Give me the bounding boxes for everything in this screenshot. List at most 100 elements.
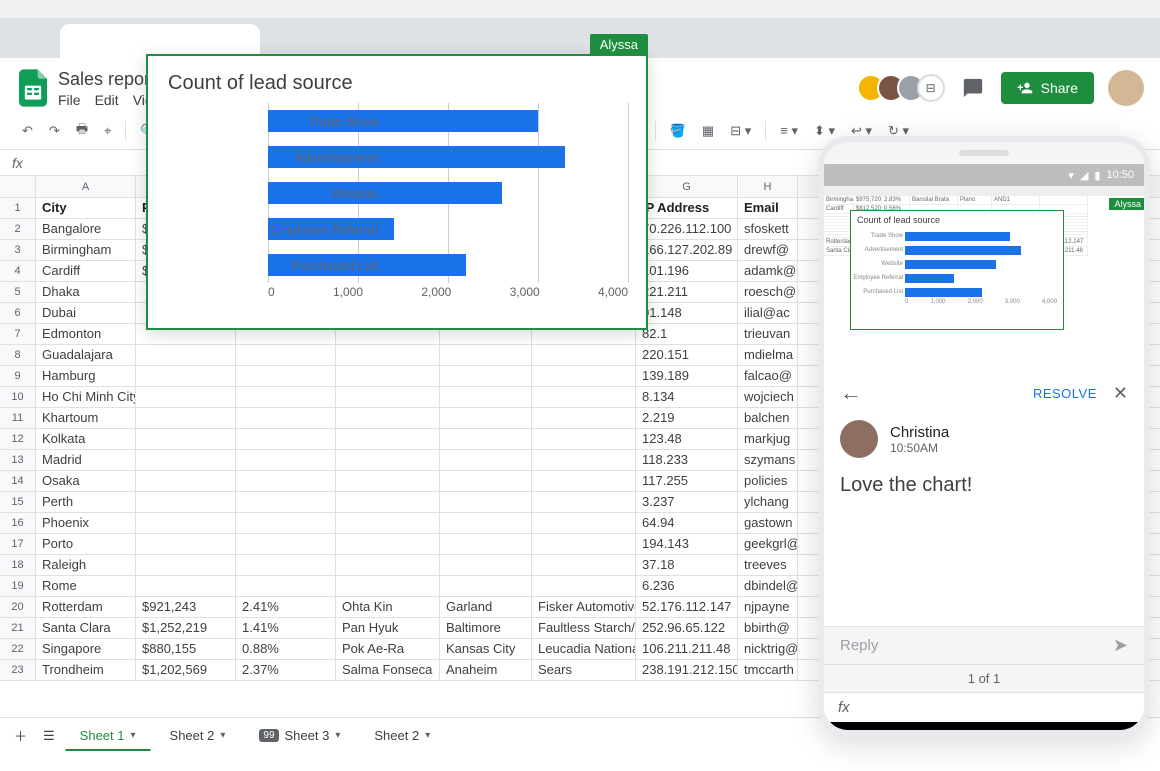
cell[interactable] xyxy=(236,492,336,512)
cell[interactable] xyxy=(236,345,336,365)
cell[interactable]: Cardiff xyxy=(36,261,136,281)
cell[interactable]: trieuvan xyxy=(738,324,798,344)
cell[interactable] xyxy=(336,555,440,575)
cell[interactable]: Pok Ae-Ra xyxy=(336,639,440,659)
cell[interactable]: Khartoum xyxy=(36,408,136,428)
cell[interactable]: mdielma xyxy=(738,345,798,365)
header-cell[interactable]: City xyxy=(36,198,136,218)
cell[interactable] xyxy=(236,513,336,533)
cell[interactable]: treeves xyxy=(738,555,798,575)
cell[interactable]: 1.41% xyxy=(236,618,336,638)
cell[interactable]: Rome xyxy=(36,576,136,596)
cell[interactable]: Garland xyxy=(440,597,532,617)
cell[interactable]: 166.127.202.89 xyxy=(636,240,738,260)
cell[interactable]: 37.18 xyxy=(636,555,738,575)
row-header[interactable]: 7 xyxy=(0,324,36,344)
cell[interactable] xyxy=(136,471,236,491)
cell[interactable]: Rotterdam xyxy=(36,597,136,617)
cell[interactable]: nicktrig@ xyxy=(738,639,798,659)
cell[interactable] xyxy=(532,513,636,533)
cell[interactable]: Pan Hyuk xyxy=(336,618,440,638)
reply-row[interactable]: Reply ➤ xyxy=(824,626,1144,665)
cell[interactable]: Osaka xyxy=(36,471,136,491)
nav-back-icon[interactable]: ◁ xyxy=(870,733,884,737)
sheet-tab[interactable]: Sheet 2 ▾ xyxy=(155,721,241,750)
cell[interactable]: Kansas City xyxy=(440,639,532,659)
resolve-button[interactable]: RESOLVE xyxy=(1033,386,1097,401)
cell[interactable]: 101.196 xyxy=(636,261,738,281)
cell[interactable]: drewf@ xyxy=(738,240,798,260)
cell[interactable] xyxy=(136,345,236,365)
cell[interactable] xyxy=(136,534,236,554)
cell[interactable]: 3.237 xyxy=(636,492,738,512)
cell[interactable]: 01.148 xyxy=(636,303,738,323)
cell[interactable]: Perth xyxy=(36,492,136,512)
row-header[interactable]: 17 xyxy=(0,534,36,554)
cell[interactable]: Hamburg xyxy=(36,366,136,386)
cell[interactable] xyxy=(336,534,440,554)
cell[interactable]: $1,252,219 xyxy=(136,618,236,638)
cell[interactable] xyxy=(236,429,336,449)
cell[interactable]: Baltimore xyxy=(440,618,532,638)
all-sheets-icon[interactable]: ☰ xyxy=(37,724,61,748)
row-header[interactable]: 20 xyxy=(0,597,36,617)
add-sheet-icon[interactable]: ＋ xyxy=(8,722,33,749)
cell[interactable] xyxy=(440,429,532,449)
cell[interactable]: 6.236 xyxy=(636,576,738,596)
cell[interactable] xyxy=(136,555,236,575)
cell[interactable]: Bangalore xyxy=(36,219,136,239)
cell[interactable]: Singapore xyxy=(36,639,136,659)
cell[interactable]: sfoskett xyxy=(738,219,798,239)
cell[interactable]: falcao@ xyxy=(738,366,798,386)
menu-file[interactable]: File xyxy=(58,92,81,108)
col-header[interactable]: A xyxy=(36,176,136,197)
print-icon[interactable]: 🖶 xyxy=(70,116,94,146)
paint-format-icon[interactable]: ⌖ xyxy=(98,119,117,143)
cell[interactable] xyxy=(236,576,336,596)
row-header[interactable]: 10 xyxy=(0,387,36,407)
row-header[interactable]: 13 xyxy=(0,450,36,470)
cell[interactable]: Ohta Kin xyxy=(336,597,440,617)
share-button[interactable]: Share xyxy=(1001,72,1094,104)
cell[interactable] xyxy=(236,408,336,428)
cell[interactable] xyxy=(236,387,336,407)
cell[interactable] xyxy=(532,345,636,365)
cell[interactable] xyxy=(136,429,236,449)
comments-icon[interactable] xyxy=(955,70,991,106)
cell[interactable]: 118.233 xyxy=(636,450,738,470)
cell[interactable]: 82.1 xyxy=(636,324,738,344)
cell[interactable] xyxy=(336,471,440,491)
cell[interactable] xyxy=(532,555,636,575)
cell[interactable] xyxy=(136,408,236,428)
cell[interactable]: 2.37% xyxy=(236,660,336,680)
fill-color-icon[interactable]: 🪣 xyxy=(664,119,692,143)
cell[interactable] xyxy=(336,345,440,365)
cell[interactable] xyxy=(532,492,636,512)
cell[interactable] xyxy=(136,450,236,470)
sheet-tab[interactable]: Sheet 2 ▾ xyxy=(359,721,445,750)
row-header[interactable]: 22 xyxy=(0,639,36,659)
cell[interactable] xyxy=(532,408,636,428)
cell[interactable]: $880,155 xyxy=(136,639,236,659)
cell[interactable]: Dhaka xyxy=(36,282,136,302)
cell[interactable] xyxy=(440,534,532,554)
cell[interactable] xyxy=(136,492,236,512)
cell[interactable]: Guadalajara xyxy=(36,345,136,365)
cell[interactable]: tmccarth xyxy=(738,660,798,680)
cell[interactable] xyxy=(532,534,636,554)
cell[interactable]: adamk@ xyxy=(738,261,798,281)
cell[interactable]: $921,243 xyxy=(136,597,236,617)
cell[interactable] xyxy=(532,471,636,491)
row-header[interactable]: 2 xyxy=(0,219,36,239)
cell[interactable] xyxy=(532,450,636,470)
cell[interactable]: Faultless Starch/Bo xyxy=(532,618,636,638)
cell[interactable]: Trondheim xyxy=(36,660,136,680)
cell[interactable]: 2.41% xyxy=(236,597,336,617)
cell[interactable]: 52.176.112.147 xyxy=(636,597,738,617)
cell[interactable]: roesch@ xyxy=(738,282,798,302)
cell[interactable] xyxy=(336,429,440,449)
cell[interactable] xyxy=(336,387,440,407)
cell[interactable]: 194.143 xyxy=(636,534,738,554)
cell[interactable]: Dubai xyxy=(36,303,136,323)
cell[interactable]: Kolkata xyxy=(36,429,136,449)
